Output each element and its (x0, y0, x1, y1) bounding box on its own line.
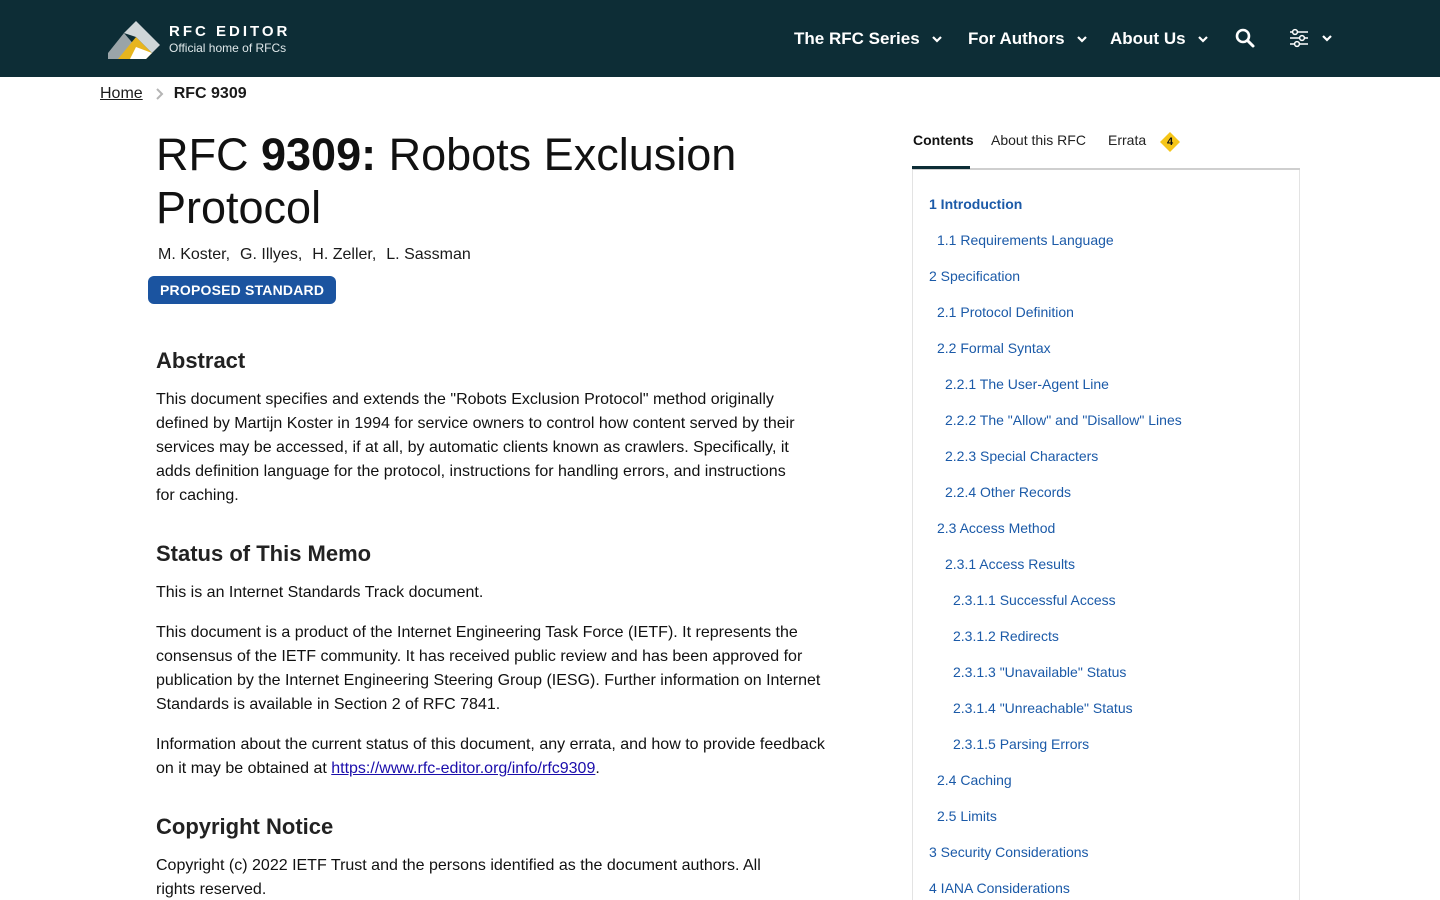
status-paragraph-2: This document is a product of the Intern… (156, 624, 821, 713)
document-main: RFC 9309: Robots Exclusion Protocol M. K… (148, 128, 836, 898)
rfc-info-link[interactable]: https://www.rfc-editor.org/info/rfc9309 (331, 760, 595, 777)
tab-errata[interactable]: Errata (1108, 132, 1146, 148)
toc-item[interactable]: 2.3.1.2 Redirects (953, 628, 1059, 644)
abstract-heading: Abstract (156, 348, 246, 373)
tab-contents[interactable]: Contents (913, 132, 974, 148)
copyright-paragraph: Copyright (c) 2022 IETF Trust and the pe… (156, 857, 761, 898)
breadcrumb-current: RFC 9309 (173, 85, 247, 102)
toc-item[interactable]: 2.2.1 The User-Agent Line (945, 376, 1109, 392)
toc-item[interactable]: 2.3.1.3 "Unavailable" Status (953, 664, 1126, 680)
toc-item[interactable]: 2.3.1.1 Successful Access (953, 592, 1116, 608)
title-prefix: RFC (156, 129, 261, 180)
chevron-down-icon (1322, 35, 1332, 42)
table-of-contents: 1 Introduction 1.1 Requirements Language… (912, 170, 1300, 900)
chevron-down-icon (931, 35, 942, 43)
author-list: M. Koster, G. Illyes, H. Zeller, L. Sass… (158, 246, 836, 264)
toc-item[interactable]: 2.2.3 Special Characters (945, 448, 1098, 464)
status-p3-end: . (595, 760, 600, 777)
chevron-down-icon (1076, 35, 1087, 43)
toc-item[interactable]: 2.3.1.4 "Unreachable" Status (953, 700, 1133, 716)
title-number: 9309: (261, 129, 377, 180)
toc-item[interactable]: 4 IANA Considerations (929, 880, 1070, 896)
errata-count: 4 (1166, 136, 1174, 148)
rfc-editor-logo[interactable]: RFC EDITOR Official home of RFCs (106, 18, 296, 60)
chevron-right-icon (155, 88, 164, 100)
errata-count-badge: 4 (1159, 131, 1181, 153)
author-name[interactable]: M. Koster, (158, 246, 230, 264)
logo-title: RFC EDITOR (169, 22, 291, 40)
active-tab-indicator (912, 166, 970, 169)
author-name[interactable]: G. Illyes, (240, 246, 302, 264)
toc-item[interactable]: 1 Introduction (929, 196, 1022, 212)
chevron-down-icon (1197, 35, 1208, 43)
toc-item[interactable]: 2.4 Caching (937, 772, 1012, 788)
toc-item[interactable]: 2.2 Formal Syntax (937, 340, 1051, 356)
nav-about-us[interactable]: About Us (1110, 0, 1210, 77)
nav-rfc-series[interactable]: The RFC Series (794, 0, 944, 77)
author-name[interactable]: L. Sassman (386, 246, 470, 264)
toc-item[interactable]: 2.2.4 Other Records (945, 484, 1071, 500)
logo-subtitle: Official home of RFCs (169, 40, 287, 55)
status-heading: Status of This Memo (156, 541, 372, 566)
copyright-heading: Copyright Notice (156, 814, 334, 839)
site-header: RFC EDITOR Official home of RFCs The RFC… (0, 0, 1440, 77)
abstract-paragraph: This document specifies and extends the … (156, 391, 795, 504)
toc-item[interactable]: 2.3 Access Method (937, 520, 1055, 536)
nav-rfc-series-label: The RFC Series (794, 28, 920, 48)
toc-item[interactable]: 2.3.1 Access Results (945, 556, 1075, 572)
nav-for-authors-label: For Authors (968, 28, 1065, 48)
nav-for-authors[interactable]: For Authors (968, 0, 1089, 77)
nav-about-us-label: About Us (1110, 28, 1186, 48)
status-badge[interactable]: PROPOSED STANDARD (148, 276, 337, 304)
page-title: RFC 9309: Robots Exclusion Protocol (156, 128, 796, 234)
sidebar: Contents About this RFC Errata 4 1 Intro… (912, 122, 1300, 900)
toc-item[interactable]: 2.1 Protocol Definition (937, 304, 1074, 320)
status-paragraph-3: Information about the current status of … (156, 733, 836, 781)
toc-item[interactable]: 2 Specification (929, 268, 1020, 284)
logo-mark-icon (108, 21, 160, 59)
display-settings-button[interactable] (1288, 26, 1336, 50)
tab-about-this-rfc[interactable]: About this RFC (991, 132, 1086, 148)
toc-item[interactable]: 2.5 Limits (937, 808, 997, 824)
toc-item[interactable]: 3 Security Considerations (929, 844, 1089, 860)
toc-item[interactable]: 2.3.1.5 Parsing Errors (953, 736, 1089, 752)
sidebar-tabs: Contents About this RFC Errata 4 (912, 122, 1300, 170)
toc-item[interactable]: 1.1 Requirements Language (937, 232, 1114, 248)
author-name[interactable]: H. Zeller, (312, 246, 376, 264)
search-icon[interactable] (1234, 27, 1256, 49)
sliders-icon (1290, 28, 1308, 48)
toc-item[interactable]: 2.2.2 The "Allow" and "Disallow" Lines (945, 412, 1182, 428)
breadcrumb-home-link[interactable]: Home (100, 85, 143, 103)
breadcrumb: Home RFC 9309 (100, 83, 247, 105)
status-paragraph-1: This is an Internet Standards Track docu… (156, 584, 484, 601)
